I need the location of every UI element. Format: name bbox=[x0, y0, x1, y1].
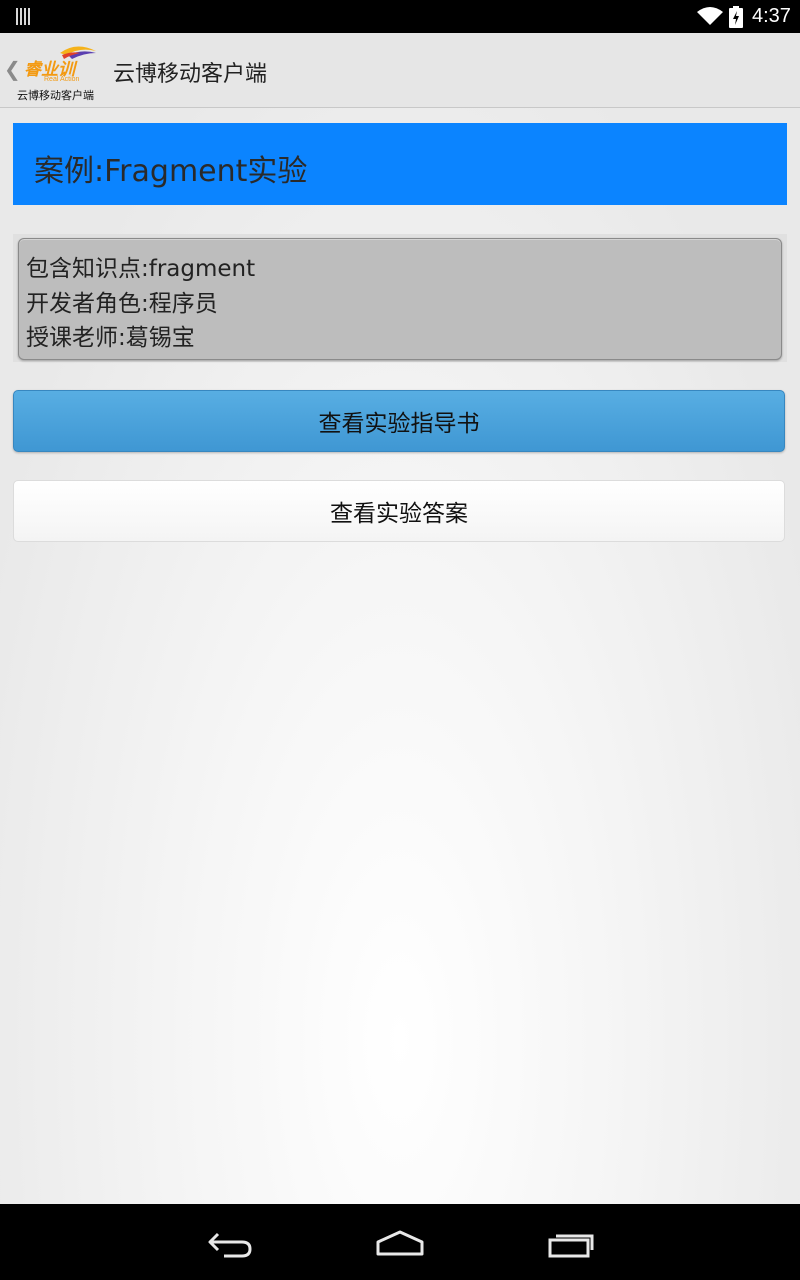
battery-charging-icon bbox=[729, 6, 743, 28]
teacher-text: 授课老师:葛锡宝 bbox=[26, 325, 195, 351]
clock: 4:37 bbox=[752, 5, 791, 27]
view-answer-label: 查看实验答案 bbox=[330, 501, 468, 527]
status-bar: 4:37 bbox=[0, 0, 800, 33]
case-title: 案例:Fragment实验 bbox=[34, 154, 308, 189]
main-content: 案例:Fragment实验 包含知识点:fragment 开发者角色:程序员 授… bbox=[0, 108, 800, 1204]
app-title: 云博移动客户端 bbox=[113, 62, 268, 87]
case-header: 案例:Fragment实验 bbox=[13, 123, 787, 205]
view-guide-button[interactable]: 查看实验指导书 bbox=[13, 390, 785, 452]
info-box: 包含知识点:fragment 开发者角色:程序员 授课老师:葛锡宝 bbox=[18, 238, 782, 360]
home-icon[interactable] bbox=[374, 1226, 426, 1262]
logo-english-text: Real Action bbox=[44, 76, 80, 83]
logo-subtitle: 云博移动客户端 bbox=[17, 89, 94, 102]
notification-icon bbox=[16, 8, 32, 25]
info-panel: 包含知识点:fragment 开发者角色:程序员 授课老师:葛锡宝 bbox=[13, 234, 787, 362]
app-logo[interactable]: 睿业训 Real Action 云博移动客户端 bbox=[14, 41, 106, 103]
back-icon[interactable] bbox=[204, 1226, 256, 1262]
wifi-icon bbox=[697, 7, 723, 25]
view-answer-button[interactable]: 查看实验答案 bbox=[13, 480, 785, 542]
developer-role-text: 开发者角色:程序员 bbox=[26, 291, 218, 317]
recents-icon[interactable] bbox=[546, 1226, 598, 1262]
view-guide-label: 查看实验指导书 bbox=[318, 411, 480, 437]
knowledge-point-text: 包含知识点:fragment bbox=[26, 256, 256, 282]
navigation-bar bbox=[0, 1204, 800, 1280]
action-bar: ❮ 睿业训 Real Action 云博移动客户端 云博移动客户端 bbox=[0, 33, 800, 108]
